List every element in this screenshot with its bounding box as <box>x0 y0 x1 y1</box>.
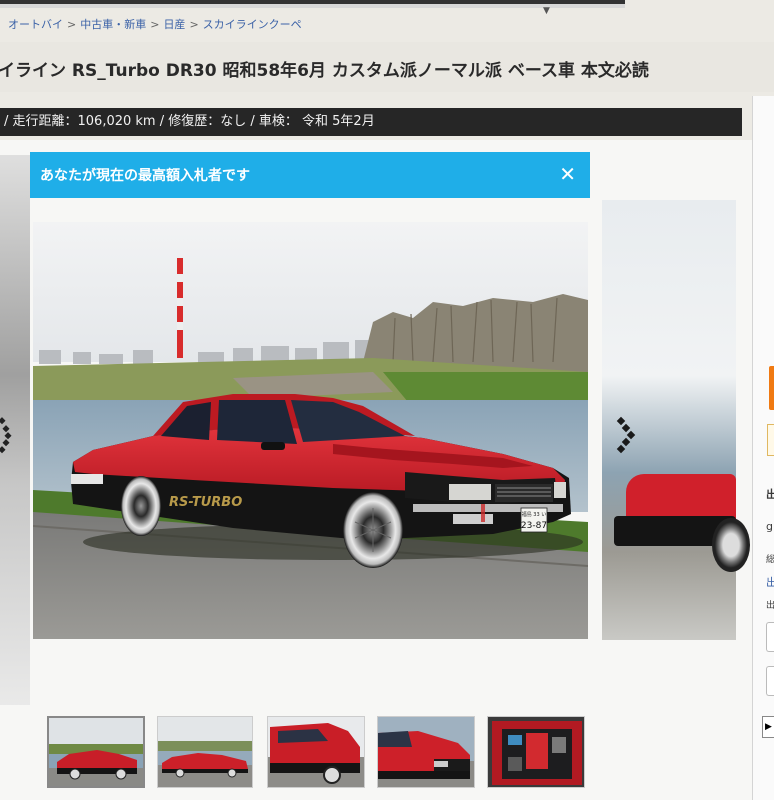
breadcrumb-separator: > <box>67 18 77 31</box>
side-panel-label: 出 <box>766 488 774 501</box>
breadcrumb-item-used-new-car[interactable]: 中古車・新車 <box>80 18 146 31</box>
breadcrumb-item-bike[interactable]: オートバイ <box>8 18 63 31</box>
side-panel-link[interactable]: 出 <box>766 574 774 590</box>
listing-title: イライン RS_Turbo DR30 昭和58年6月 カスタム派ノーマル派 ベー… <box>0 61 649 81</box>
side-panel-label: 出 <box>766 601 774 611</box>
next-arrow-icon[interactable] <box>612 414 642 454</box>
notice-text: あなたが現在の最高額入札者です <box>40 168 250 184</box>
breadcrumb-item-nissan[interactable]: 日産 <box>163 18 185 31</box>
thumbnail-2-image <box>158 717 252 787</box>
previous-arrow-icon[interactable] <box>0 414 14 454</box>
dropdown-caret-icon[interactable]: ▼ <box>543 6 550 16</box>
breadcrumb: オートバイ > 中古車・新車 > 日産 > スカイラインクーペ <box>8 16 302 32</box>
highest-bidder-notice: あなたが現在の最高額入札者です ✕ <box>30 152 590 198</box>
license-plate-number: 23-87 <box>521 521 547 531</box>
bid-button[interactable] <box>769 366 774 410</box>
thumbnail-4[interactable] <box>377 716 475 788</box>
car-photo-image: 福島 33 い 23-87 RS-TURBO <box>33 222 588 639</box>
close-icon[interactable]: ✕ <box>559 162 576 186</box>
thumbnail-5-image <box>488 717 584 787</box>
thumbnail-strip <box>47 716 597 796</box>
side-panel-next-icon[interactable]: ▶ <box>762 716 774 738</box>
thumbnail-1[interactable] <box>47 716 145 788</box>
spec-bar: / 走行距離：106,020 km / 修復歴：なし / 車検： 令和 5年2月 <box>0 108 742 136</box>
thumbnail-5[interactable] <box>487 716 585 788</box>
side-panel-button[interactable] <box>766 666 774 696</box>
side-panel-label: 総 <box>766 555 774 565</box>
rs-turbo-decal: RS-TURBO <box>169 495 242 510</box>
thumbnail-1-image <box>49 718 143 786</box>
thumbnail-3[interactable] <box>267 716 365 788</box>
next-photo-wheel <box>712 518 750 572</box>
thumbnail-2[interactable] <box>157 716 253 788</box>
license-plate-top-text: 福島 33 い <box>522 511 547 518</box>
watch-button[interactable] <box>767 424 774 456</box>
breadcrumb-separator: > <box>150 18 160 31</box>
top-search-bar-shadow <box>0 4 625 8</box>
side-panel-label: g <box>766 520 773 533</box>
side-panel-button[interactable] <box>766 622 774 652</box>
thumbnail-4-image <box>378 717 474 787</box>
thumbnail-3-image <box>268 717 364 787</box>
breadcrumb-separator: > <box>189 18 199 31</box>
main-car-photo[interactable]: 福島 33 い 23-87 RS-TURBO <box>33 222 588 639</box>
breadcrumb-item-skyline-coupe[interactable]: スカイラインクーペ <box>203 18 302 31</box>
